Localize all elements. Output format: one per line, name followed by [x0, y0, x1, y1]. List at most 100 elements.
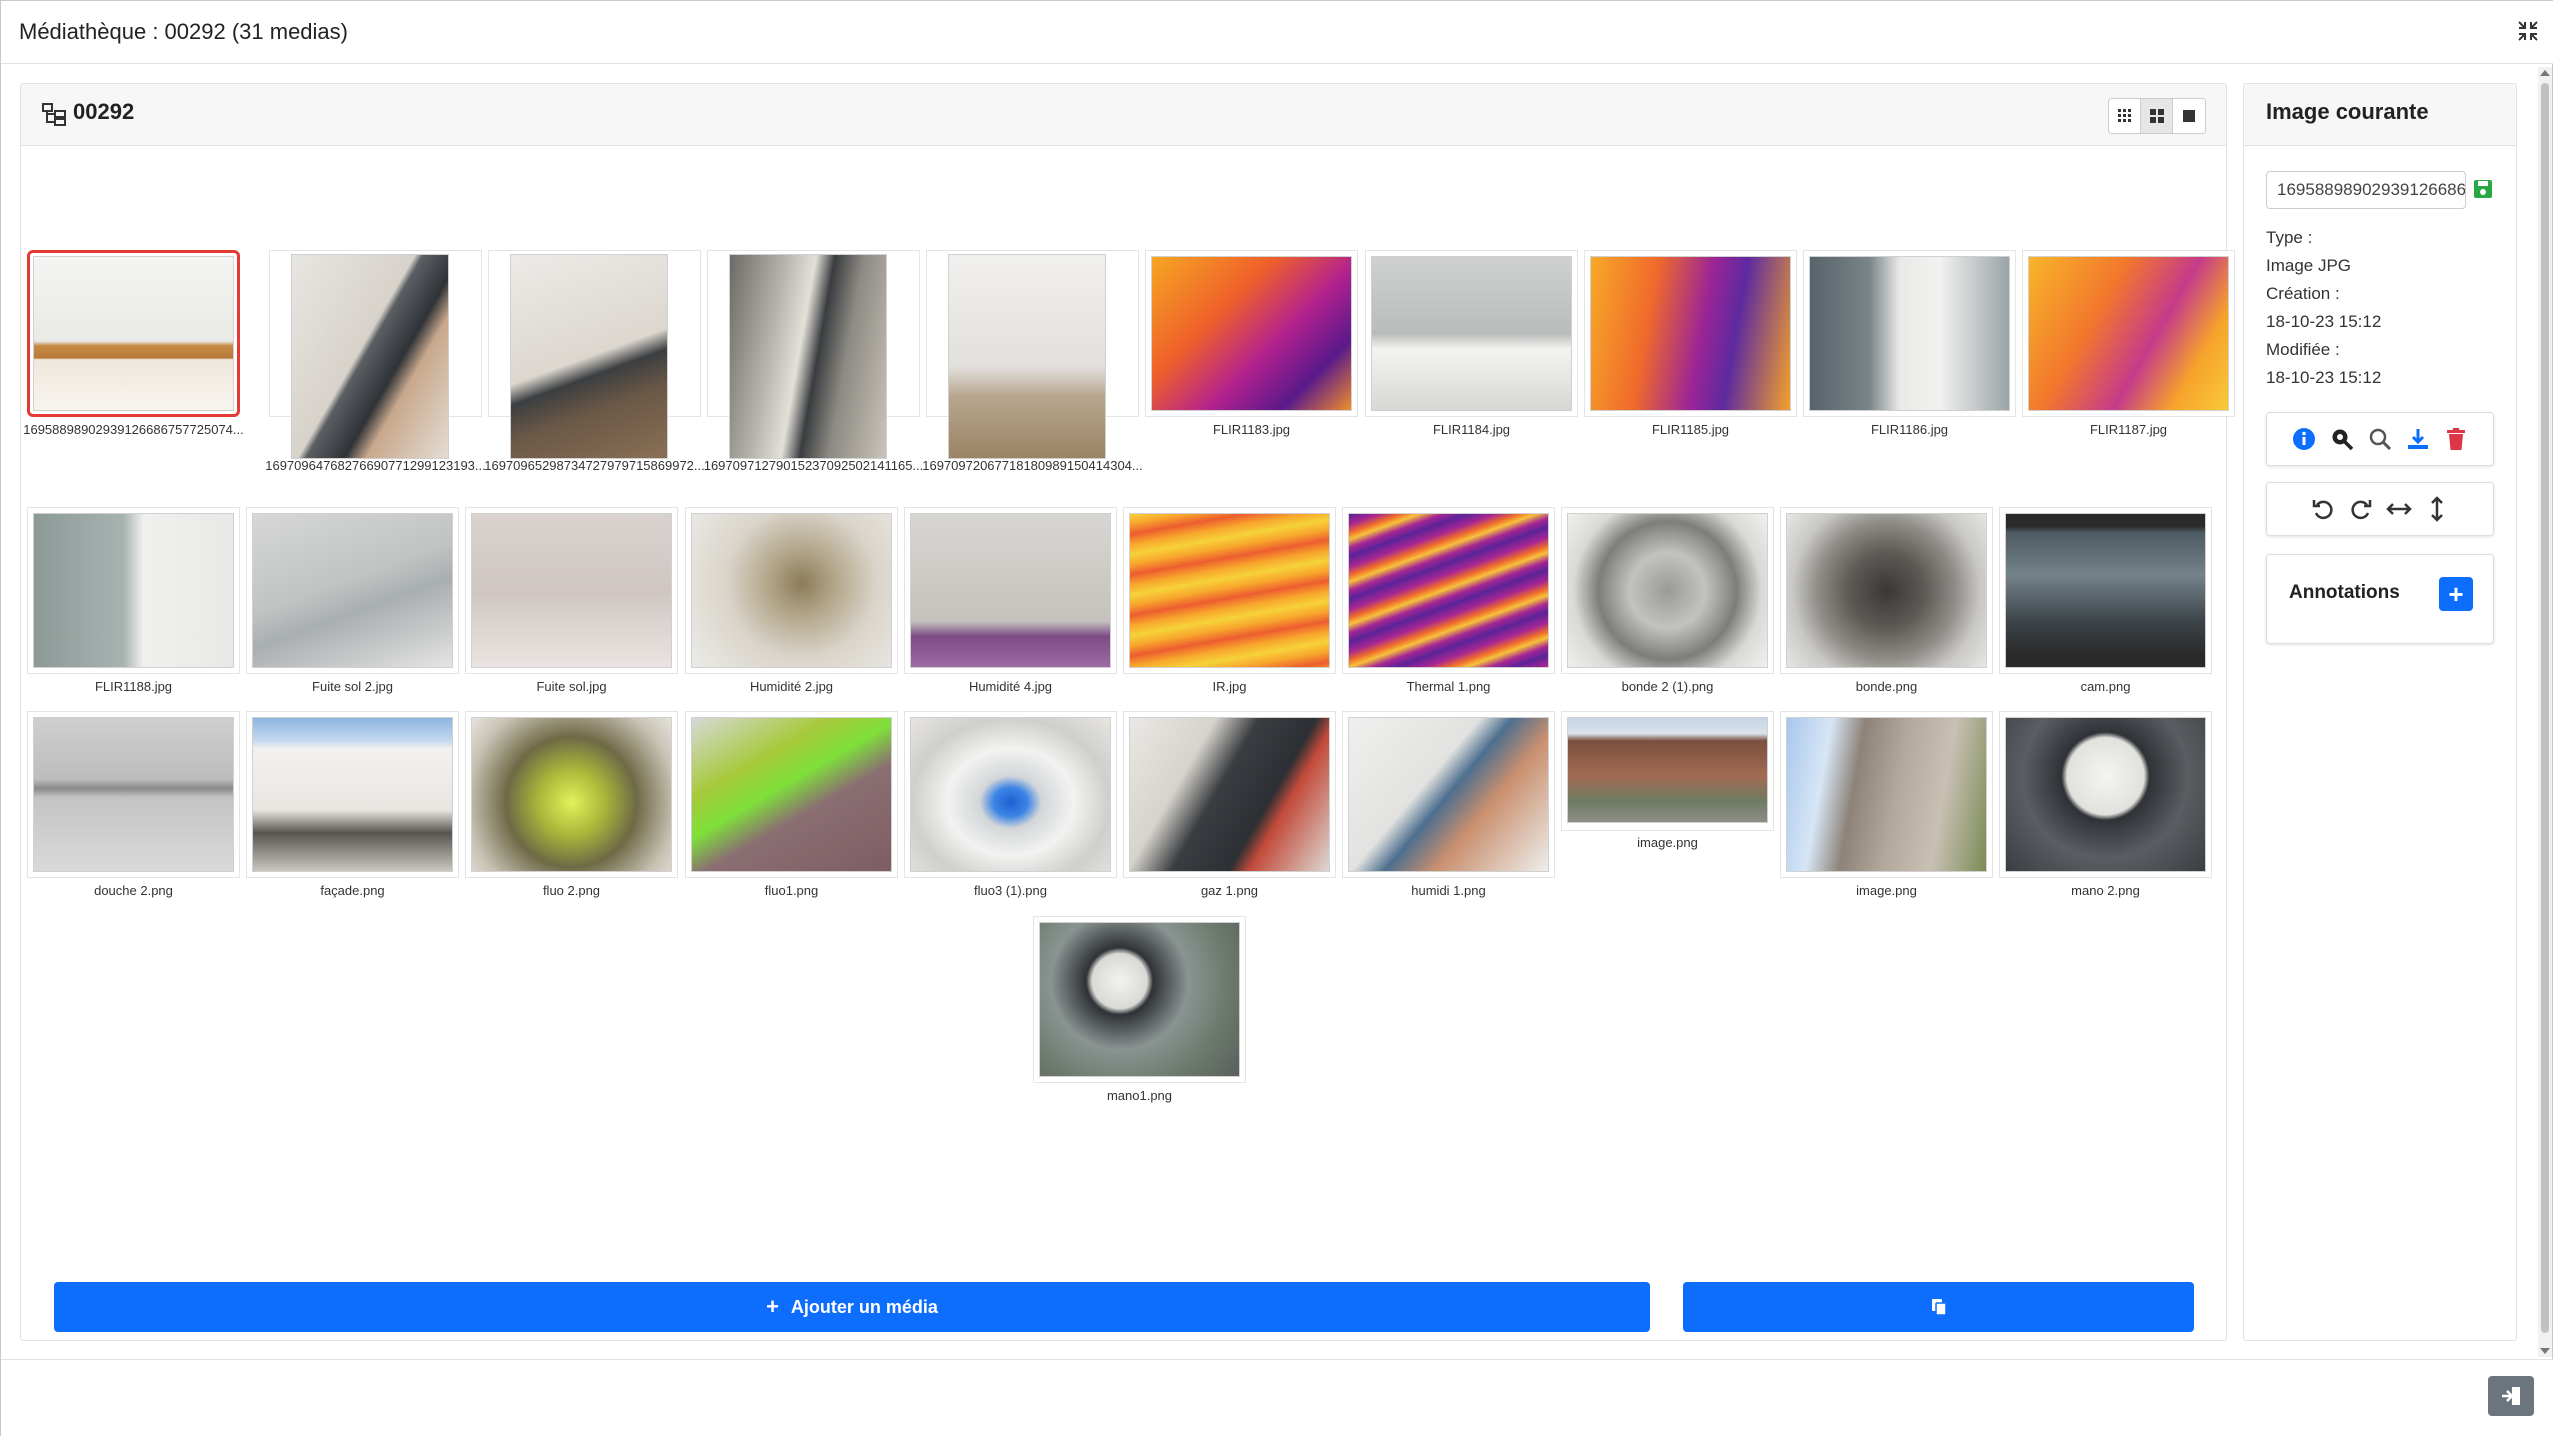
modified-value: 18-10-23 15:12 — [2266, 368, 2382, 387]
delete-button[interactable] — [2443, 426, 2469, 452]
vertical-scrollbar[interactable] — [2538, 67, 2552, 1357]
add-annotation-button[interactable]: + — [2439, 577, 2473, 611]
zoom-button[interactable] — [2367, 426, 2393, 452]
thumbnail-image — [1786, 513, 1987, 668]
thumbnail-image — [948, 254, 1106, 459]
info-icon — [2293, 428, 2315, 450]
view-medium-grid-button[interactable] — [2141, 99, 2173, 133]
thumbnail-image — [1129, 513, 1330, 668]
thumbnail-caption: IR.jpg — [1212, 679, 1247, 694]
thumbnail-image — [510, 254, 668, 459]
search-solid-icon — [2332, 429, 2354, 451]
thumbnail-image — [33, 513, 234, 668]
image-actions-toolbar — [2266, 412, 2494, 466]
thumbnail-caption: FLIR1186.jpg — [1870, 422, 1949, 437]
filename-input[interactable]: 16958898902939126686757725074 — [2266, 171, 2466, 209]
scroll-up-arrow[interactable] — [2540, 70, 2550, 76]
view-large-button[interactable] — [2173, 99, 2205, 133]
grid-medium-icon — [2149, 109, 2164, 123]
flip-vertical-icon — [2431, 496, 2443, 522]
grid-small-icon — [2117, 109, 2131, 122]
window-header: Médiathèque : 00292 (31 medias) — [1, 1, 2553, 64]
flip-horizontal-button[interactable] — [2386, 496, 2412, 522]
thumbnail-image — [33, 717, 234, 872]
modified-label: Modifiée : — [2266, 340, 2340, 359]
search-icon — [2369, 428, 2392, 451]
thumbnail-caption: Humidité 4.jpg — [968, 679, 1053, 694]
thumbnail-image — [252, 513, 453, 668]
created-label: Création : — [2266, 284, 2340, 303]
thumbnail-caption: FLIR1188.jpg — [94, 679, 173, 694]
rotate-right-button[interactable] — [2348, 496, 2374, 522]
thumbnail-image — [2028, 256, 2229, 411]
thumbnail-caption: mano 2.png — [2071, 883, 2140, 898]
media-library-window: Médiathèque : 00292 (31 medias) 00292 16… — [0, 0, 2553, 1437]
thumbnail-image — [1567, 717, 1768, 823]
thumbnail-caption: 16970965298734727979715869972... — [484, 458, 705, 473]
thumbnail-image — [691, 513, 892, 668]
created-value: 18-10-23 15:12 — [2266, 312, 2382, 331]
current-image-panel: Image courante 1695889890293912668675772… — [2243, 83, 2517, 1341]
thumbnail-caption: image.png — [1637, 835, 1698, 850]
thumbnail-caption: FLIR1184.jpg — [1432, 422, 1511, 437]
library-name: 00292 — [73, 99, 135, 124]
thumbnail-caption: FLIR1185.jpg — [1651, 422, 1730, 437]
thumbnail-caption: bonde 2 (1).png — [1621, 679, 1714, 694]
add-media-button[interactable]: + Ajouter un média — [54, 1282, 1650, 1332]
thumbnail-image — [33, 256, 234, 411]
thumbnail-image — [2005, 717, 2206, 872]
thumbnail-image — [910, 513, 1111, 668]
thumbnail-caption: Fuite sol.jpg — [536, 679, 607, 694]
thumbnail-image — [1786, 717, 1987, 872]
zoom-fit-button[interactable] — [2329, 426, 2355, 452]
thumbnail-caption: 1695889890293912668675772507​4... — [23, 422, 244, 437]
library-panel: 00292 — [20, 83, 2235, 1341]
thumbnail-caption: bonde.png — [1855, 679, 1918, 694]
view-small-grid-button[interactable] — [2109, 99, 2141, 133]
current-image-header: Image courante — [2244, 84, 2516, 146]
thumbnail-caption: fluo1.png — [764, 883, 819, 898]
square-icon — [2183, 110, 2195, 122]
footer-action-button[interactable] — [2488, 1376, 2534, 1416]
thumbnail-caption: cam.png — [2080, 679, 2131, 694]
exit-icon — [2502, 1387, 2520, 1405]
thumbnail-caption: 16970971279015237092502141165... — [703, 458, 924, 473]
download-button[interactable] — [2405, 426, 2431, 452]
thumbnail-image — [729, 254, 887, 459]
scrollbar-thumb[interactable] — [2541, 83, 2549, 1333]
plus-icon: + — [766, 1294, 779, 1319]
thumbnail-caption: FLIR1183.jpg — [1212, 422, 1291, 437]
rotate-right-icon — [2351, 500, 2372, 520]
add-media-label: Ajouter un média — [790, 1296, 938, 1317]
collapse-icon[interactable] — [2516, 19, 2540, 43]
thumbnail-image — [2005, 513, 2206, 668]
view-mode-group — [2108, 98, 2206, 134]
rotate-left-button[interactable] — [2310, 496, 2336, 522]
thumbnail-image — [1151, 256, 1352, 411]
window-title: Médiathèque : 00292 (31 medias) — [19, 19, 348, 44]
copy-icon — [1931, 1299, 1947, 1316]
thumbnail-image — [1809, 256, 2010, 411]
info-button[interactable] — [2291, 426, 2317, 452]
transform-toolbar — [2266, 482, 2494, 536]
thumbnail-caption: douche 2.png — [94, 883, 173, 898]
thumbnail-caption: Humidité 2.jpg — [749, 679, 834, 694]
thumbnail-image — [471, 513, 672, 668]
thumbnail-caption: fluo 2.png — [542, 883, 601, 898]
thumbnail-image — [471, 717, 672, 872]
annotations-box: Annotations + — [2266, 554, 2494, 644]
current-image-title: Image courante — [2266, 99, 2429, 124]
save-icon[interactable] — [2472, 178, 2494, 200]
trash-icon — [2447, 428, 2465, 450]
thumbnail-caption: Thermal 1.png — [1406, 679, 1491, 694]
thumbnail-image — [1348, 717, 1549, 872]
scroll-down-arrow[interactable] — [2540, 1348, 2550, 1354]
thumbnail-caption: fluo3 (1).png — [974, 883, 1047, 898]
thumbnail-image — [1371, 256, 1572, 411]
thumbnail-image — [1567, 513, 1768, 668]
thumbnail-image — [291, 254, 449, 459]
flip-horizontal-icon — [2386, 503, 2412, 515]
copy-media-button[interactable] — [1683, 1282, 2194, 1332]
thumbnail-image — [1590, 256, 1791, 411]
flip-vertical-button[interactable] — [2424, 496, 2450, 522]
